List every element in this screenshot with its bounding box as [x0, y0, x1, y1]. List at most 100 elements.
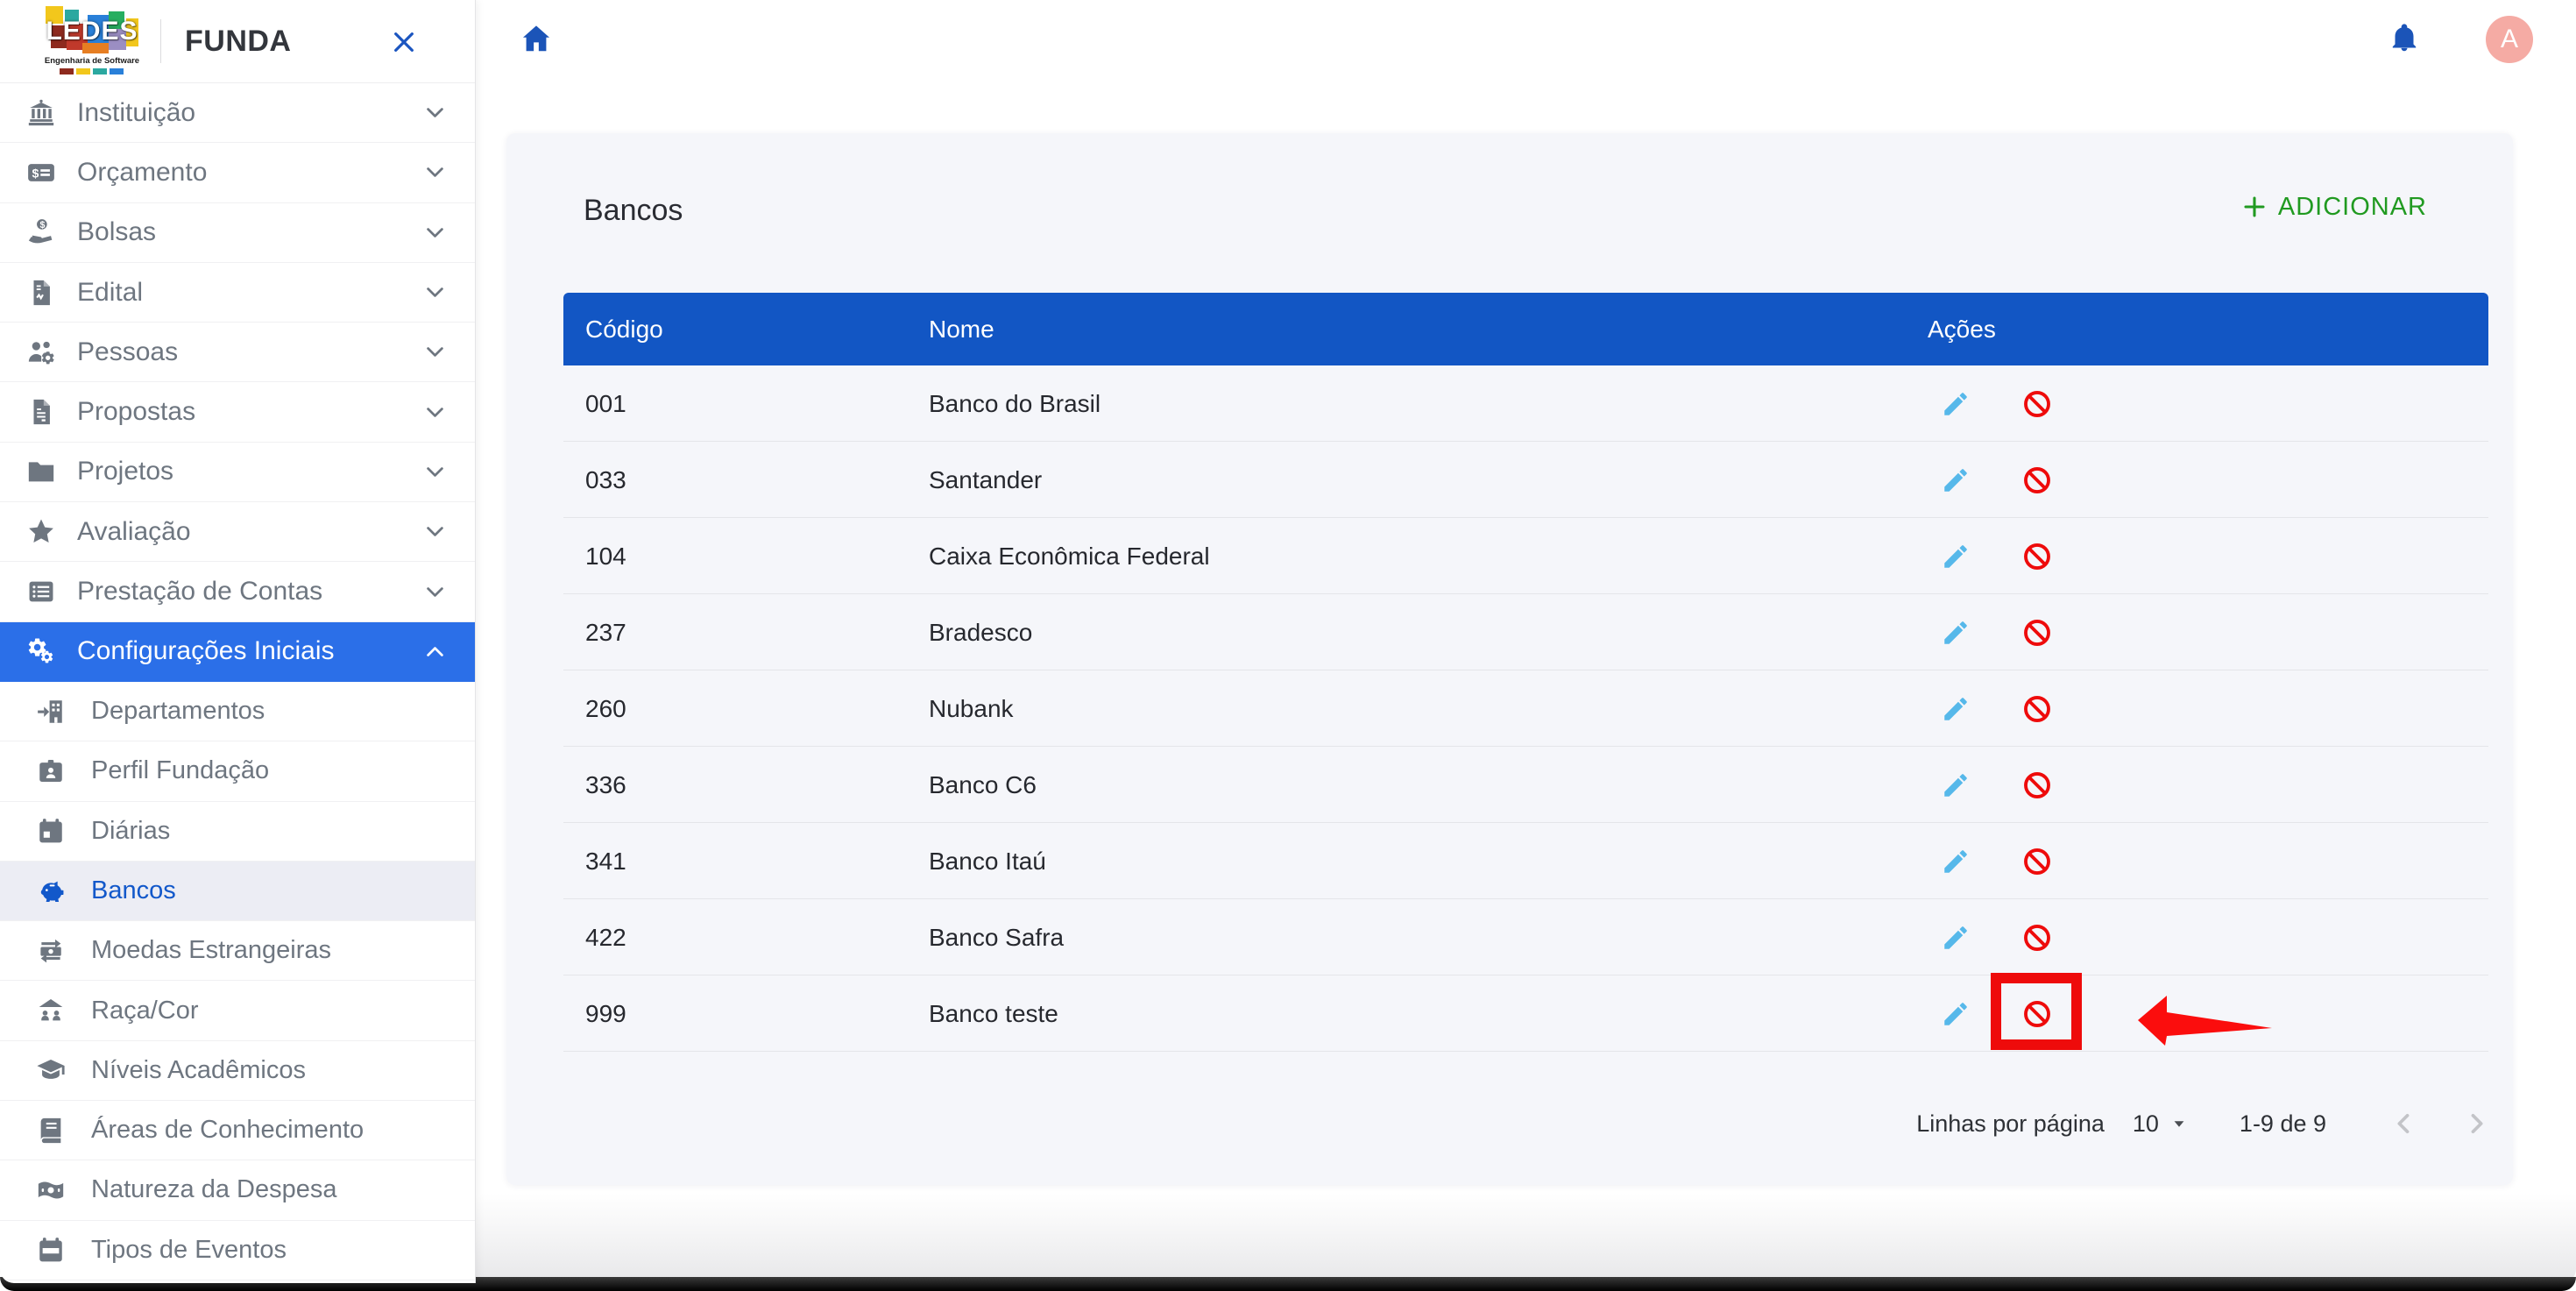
sidebar-subitem[interactable]: Áreas de Conhecimento: [0, 1101, 475, 1161]
highlight-box: [1991, 973, 2082, 1050]
edit-pencil-icon[interactable]: [1941, 923, 1971, 953]
sidebar-item-label: Projetos: [77, 457, 174, 486]
annotation-arrow: [2138, 996, 2272, 1046]
edit-pencil-icon[interactable]: [1941, 847, 1971, 876]
sidebar-subitem-label: Bancos: [91, 876, 176, 904]
table-body: 001 Banco do Brasil 033 Santander 104 Ca…: [563, 365, 2488, 1052]
disable-ban-icon[interactable]: [2022, 465, 2052, 495]
notifications-bell-icon[interactable]: [2388, 22, 2420, 53]
bank-code: 999: [585, 1000, 626, 1027]
table-row: 001 Banco do Brasil: [563, 365, 2488, 442]
bank-code: 422: [585, 924, 626, 951]
chevron-icon: [423, 640, 447, 663]
edit-pencil-icon[interactable]: [1941, 465, 1971, 495]
sidebar-subitem[interactable]: Departamentos: [0, 682, 475, 742]
row-actions: [1941, 670, 2052, 747]
sidebar-item-label: Pessoas: [77, 337, 179, 366]
next-page-icon[interactable]: [2461, 1109, 2491, 1138]
disable-ban-icon[interactable]: [2022, 618, 2052, 648]
bank-name: Santander: [929, 466, 1043, 493]
sidebar-subitem-label: Natureza da Despesa: [91, 1175, 337, 1204]
close-sidebar-icon[interactable]: [390, 28, 418, 56]
edit-pencil-icon[interactable]: [1941, 542, 1971, 571]
table-row: 237 Bradesco: [563, 594, 2488, 670]
sidebar-item-icon: [24, 337, 59, 367]
sidebar-item-label: Edital: [77, 277, 144, 307]
pagination-range: 1-9 de 9: [2239, 1110, 2326, 1137]
sidebar-subitem[interactable]: Tipos de Eventos: [0, 1221, 475, 1280]
brand-name: FUNDA: [185, 24, 292, 58]
sidebar-subitem[interactable]: Moedas Estrangeiras: [0, 921, 475, 982]
home-icon[interactable]: [520, 22, 553, 55]
sidebar-subitem-icon: [33, 756, 68, 786]
table-row: 336 Banco C6: [563, 747, 2488, 823]
edit-pencil-icon[interactable]: [1941, 694, 1971, 724]
sidebar-subitem-label: Diárias: [91, 816, 171, 845]
edit-pencil-icon[interactable]: [1941, 770, 1971, 800]
table-row: 422 Banco Safra: [563, 899, 2488, 975]
disable-ban-icon[interactable]: [2022, 847, 2052, 876]
sidebar-subitem-icon: [33, 1235, 68, 1265]
table-row: 033 Santander: [563, 442, 2488, 518]
pagination: Linhas por página 10 1-9 de 9: [1916, 1097, 2491, 1150]
sidebar-item[interactable]: Pessoas: [0, 323, 475, 383]
sidebar-subitem[interactable]: Diárias: [0, 802, 475, 862]
sidebar-subitem[interactable]: Perfil Fundação: [0, 741, 475, 802]
disable-ban-icon[interactable]: [2022, 542, 2052, 571]
sidebar-subitem[interactable]: Bancos: [0, 861, 475, 922]
disable-ban-icon[interactable]: [2022, 389, 2052, 419]
edit-pencil-icon[interactable]: [1941, 999, 1971, 1029]
sidebar-item[interactable]: Edital: [0, 263, 475, 323]
disable-ban-icon[interactable]: [2022, 923, 2052, 953]
edit-pencil-icon[interactable]: [1941, 389, 1971, 419]
row-actions: [1941, 747, 2052, 823]
sidebar-subitem[interactable]: Níveis Acadêmicos: [0, 1041, 475, 1102]
disable-ban-icon[interactable]: [2022, 694, 2052, 724]
sidebar-item[interactable]: Avaliação: [0, 502, 475, 563]
logo-subtext: Engenharia de Software: [44, 56, 140, 66]
sidebar-item-label: Avaliação: [77, 516, 191, 546]
bank-name: Nubank: [929, 695, 1014, 722]
chevron-icon: [423, 460, 447, 484]
sidebar-item[interactable]: Configurações Iniciais: [0, 621, 475, 682]
sidebar-menu: Instituição $ Orçamento $ Bolsas Edital: [0, 83, 475, 682]
plus-icon: [2240, 193, 2268, 221]
sidebar-item[interactable]: Instituição: [0, 83, 475, 144]
bank-name: Banco C6: [929, 771, 1037, 798]
sidebar-subitem-icon: [33, 1175, 68, 1205]
disable-ban-icon[interactable]: [2022, 770, 2052, 800]
sidebar-item-label: Configurações Iniciais: [77, 636, 335, 666]
sidebar: LEDES Engenharia de Software FUNDA Insti…: [0, 0, 476, 1283]
rows-per-page-select[interactable]: 10: [2133, 1110, 2190, 1138]
table-row: 260 Nubank: [563, 670, 2488, 747]
row-actions: [1941, 518, 2052, 594]
sidebar-item-icon: [24, 636, 59, 666]
sidebar-item[interactable]: $ Orçamento: [0, 143, 475, 203]
row-actions: [1941, 823, 2052, 899]
sidebar-item[interactable]: Projetos: [0, 443, 475, 503]
sidebar-item[interactable]: $ Bolsas: [0, 203, 475, 263]
bancos-card: Bancos ADICIONAR Código Nome Ações 001 B…: [506, 133, 2513, 1185]
chevron-icon: [423, 340, 447, 364]
add-button[interactable]: ADICIONAR: [2240, 189, 2427, 224]
bank-name: Banco Safra: [929, 924, 1065, 951]
sidebar-subitem-icon: [33, 876, 68, 906]
sidebar-item[interactable]: Prestação de Contas: [0, 562, 475, 622]
sidebar-item-label: Prestação de Contas: [77, 577, 323, 606]
sidebar-item-label: Instituição: [77, 97, 196, 127]
sidebar-item[interactable]: Propostas: [0, 382, 475, 443]
sidebar-subitem[interactable]: Raça/Cor: [0, 981, 475, 1041]
svg-text:$: $: [32, 167, 39, 181]
edit-pencil-icon[interactable]: [1941, 618, 1971, 648]
previous-page-icon[interactable]: [2389, 1109, 2419, 1138]
sidebar-subitem-label: Raça/Cor: [91, 996, 199, 1025]
chevron-icon: [423, 580, 447, 604]
page-title: Bancos: [584, 194, 683, 227]
sidebar-submenu: Departamentos Perfil Fundação Diárias Ba…: [0, 682, 475, 1280]
avatar[interactable]: A: [2486, 16, 2533, 63]
bank-name: Banco teste: [929, 1000, 1058, 1027]
sidebar-item-icon: [24, 517, 59, 547]
sidebar-subitem[interactable]: Natureza da Despesa: [0, 1160, 475, 1221]
bank-code: 104: [585, 543, 626, 570]
bank-name: Caixa Econômica Federal: [929, 543, 1210, 570]
